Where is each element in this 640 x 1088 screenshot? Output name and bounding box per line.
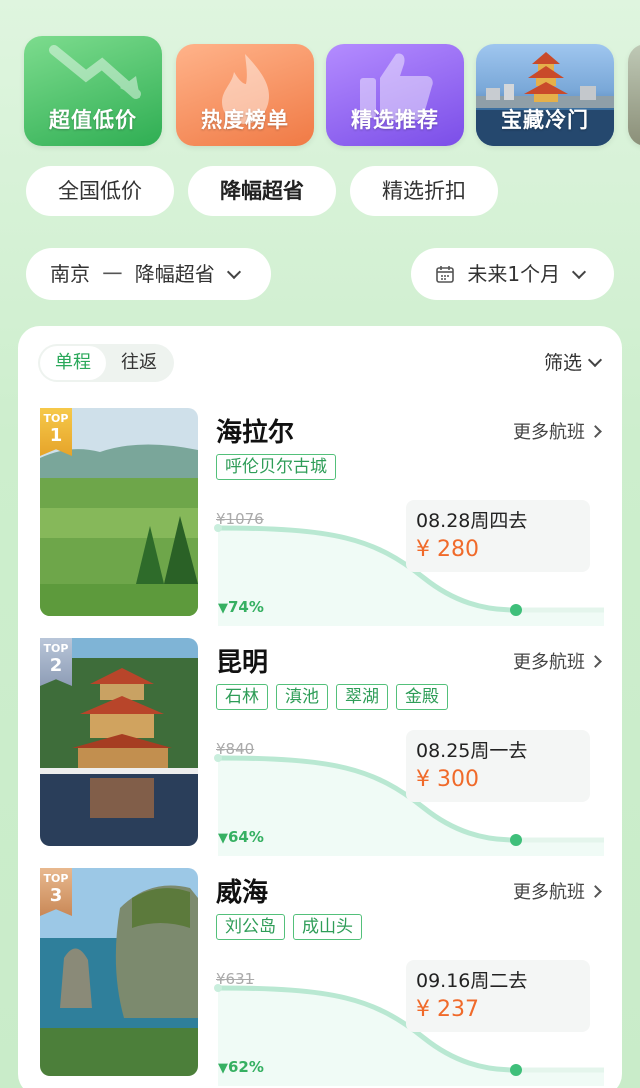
chevron-down-icon: [587, 352, 603, 368]
attraction-tag: 石林: [216, 684, 268, 710]
tag-list: 刘公岛 成山头: [216, 914, 362, 940]
route-selector[interactable]: 南京 一 降幅超省: [26, 248, 271, 300]
departure-date: 08.25周一去: [416, 740, 528, 762]
arrow-down-icon: ▼: [218, 601, 228, 616]
chevron-down-icon: [572, 264, 587, 280]
category-value-low-price[interactable]: 超值低价: [24, 36, 162, 146]
destination-row[interactable]: TOP 3 威海 更多航班 刘公岛 成山头 ¥631 ▼62% 09.16周二去…: [18, 868, 622, 1088]
price-drop: ▼62%: [218, 1058, 264, 1076]
original-price: ¥631: [216, 970, 255, 988]
category-label: 超值低价: [49, 108, 137, 132]
category-label: 宝藏冷门: [501, 108, 589, 132]
destination-name: 威海: [216, 878, 269, 908]
rank-number: 2: [49, 655, 63, 676]
price-box[interactable]: 08.28周四去 ¥ 280: [406, 500, 590, 572]
price-box[interactable]: 08.25周一去 ¥ 300: [406, 730, 590, 802]
drop-percent: 74%: [228, 598, 264, 616]
tab-label: 精选折扣: [382, 179, 466, 203]
more-flights-label: 更多航班: [513, 652, 585, 673]
rank-number: 1: [49, 425, 63, 446]
chevron-right-icon: [589, 655, 602, 668]
price-drop: ▼74%: [218, 598, 264, 616]
route-mode: 降幅超省: [134, 262, 215, 286]
departure-date: 09.16周二去: [416, 970, 528, 992]
attraction-tag: 翠湖: [336, 684, 388, 710]
current-price: ¥ 280: [416, 537, 479, 562]
rank-badge: TOP 1: [40, 408, 72, 456]
tag-list: 呼伦贝尔古城: [216, 454, 336, 480]
rank-number: 3: [49, 885, 63, 906]
departure-date: 08.28周四去: [416, 510, 528, 532]
tab-label: 全国低价: [58, 179, 142, 203]
destination-row[interactable]: TOP 2 昆明 更多航班 石林 滇池 翠湖 金殿 ¥840 ▼64% 08.2…: [18, 638, 622, 868]
original-price: ¥840: [216, 740, 255, 758]
tab-label: 降幅超省: [220, 179, 304, 203]
original-price: ¥1076: [216, 510, 264, 528]
attraction-tag: 刘公岛: [216, 914, 285, 940]
rank-badge: TOP 3: [40, 868, 72, 916]
rank-badge: TOP 2: [40, 638, 72, 686]
category-row: 超值低价 热度榜单 精选推荐 宝藏冷门: [24, 36, 640, 148]
price-box[interactable]: 09.16周二去 ¥ 237: [406, 960, 590, 1032]
more-flights-label: 更多航班: [513, 882, 585, 903]
calendar-icon: [436, 266, 454, 283]
drop-percent: 62%: [228, 1058, 264, 1076]
rank-label: TOP: [43, 642, 69, 655]
category-label: 精选推荐: [351, 108, 439, 132]
tag-list: 石林 滇池 翠湖 金殿: [216, 684, 448, 710]
price-drop: ▼64%: [218, 828, 264, 846]
category-hidden-gems[interactable]: 宝藏冷门: [476, 44, 614, 146]
route-separator: 一: [102, 262, 123, 286]
attraction-tag: 滇池: [276, 684, 328, 710]
arrow-down-icon: ▼: [218, 831, 228, 846]
date-selector[interactable]: 未来1个月: [411, 248, 614, 300]
date-range-label: 未来1个月: [467, 262, 561, 286]
tab-big-drop[interactable]: 降幅超省: [188, 166, 336, 216]
attraction-tag: 成山头: [293, 914, 362, 940]
trip-type-toggle: 单程 往返: [38, 344, 174, 382]
chevron-right-icon: [589, 885, 602, 898]
category-hot-ranking[interactable]: 热度榜单: [176, 44, 314, 146]
attraction-tag: 金殿: [396, 684, 448, 710]
tab-selected-discount[interactable]: 精选折扣: [350, 166, 498, 216]
tab-nationwide-low[interactable]: 全国低价: [26, 166, 174, 216]
filter-button[interactable]: 筛选: [543, 348, 603, 375]
current-price: ¥ 237: [416, 997, 479, 1022]
current-price: ¥ 300: [416, 767, 479, 792]
drop-percent: 64%: [228, 828, 264, 846]
destination-row[interactable]: TOP 1 海拉尔 更多航班 呼伦贝尔古城 ¥1076 ▼74% 08.28周四…: [18, 408, 622, 638]
more-flights-label: 更多航班: [513, 422, 585, 443]
rank-label: TOP: [43, 872, 69, 885]
round-trip-option[interactable]: 往返: [106, 346, 172, 380]
chevron-down-icon: [227, 264, 242, 280]
origin-city: 南京: [50, 262, 90, 286]
filter-label: 筛选: [543, 352, 582, 374]
category-next-partial[interactable]: [628, 44, 640, 146]
category-label: 热度榜单: [201, 108, 289, 132]
destination-name: 昆明: [216, 648, 269, 678]
attraction-tag: 呼伦贝尔古城: [216, 454, 336, 480]
results-panel: 单程 往返 筛选 TOP 1 海拉尔 更多航班 呼伦贝尔古城 ¥1076 ▼74…: [18, 326, 622, 1088]
one-way-option[interactable]: 单程: [40, 346, 106, 380]
more-flights-link[interactable]: 更多航班: [513, 418, 602, 444]
more-flights-link[interactable]: 更多航班: [513, 648, 602, 674]
more-flights-link[interactable]: 更多航班: [513, 878, 602, 904]
rank-label: TOP: [43, 412, 69, 425]
destination-name: 海拉尔: [216, 418, 295, 448]
chevron-right-icon: [589, 425, 602, 438]
arrow-down-icon: ▼: [218, 1061, 228, 1076]
category-selected-recommend[interactable]: 精选推荐: [326, 44, 464, 146]
